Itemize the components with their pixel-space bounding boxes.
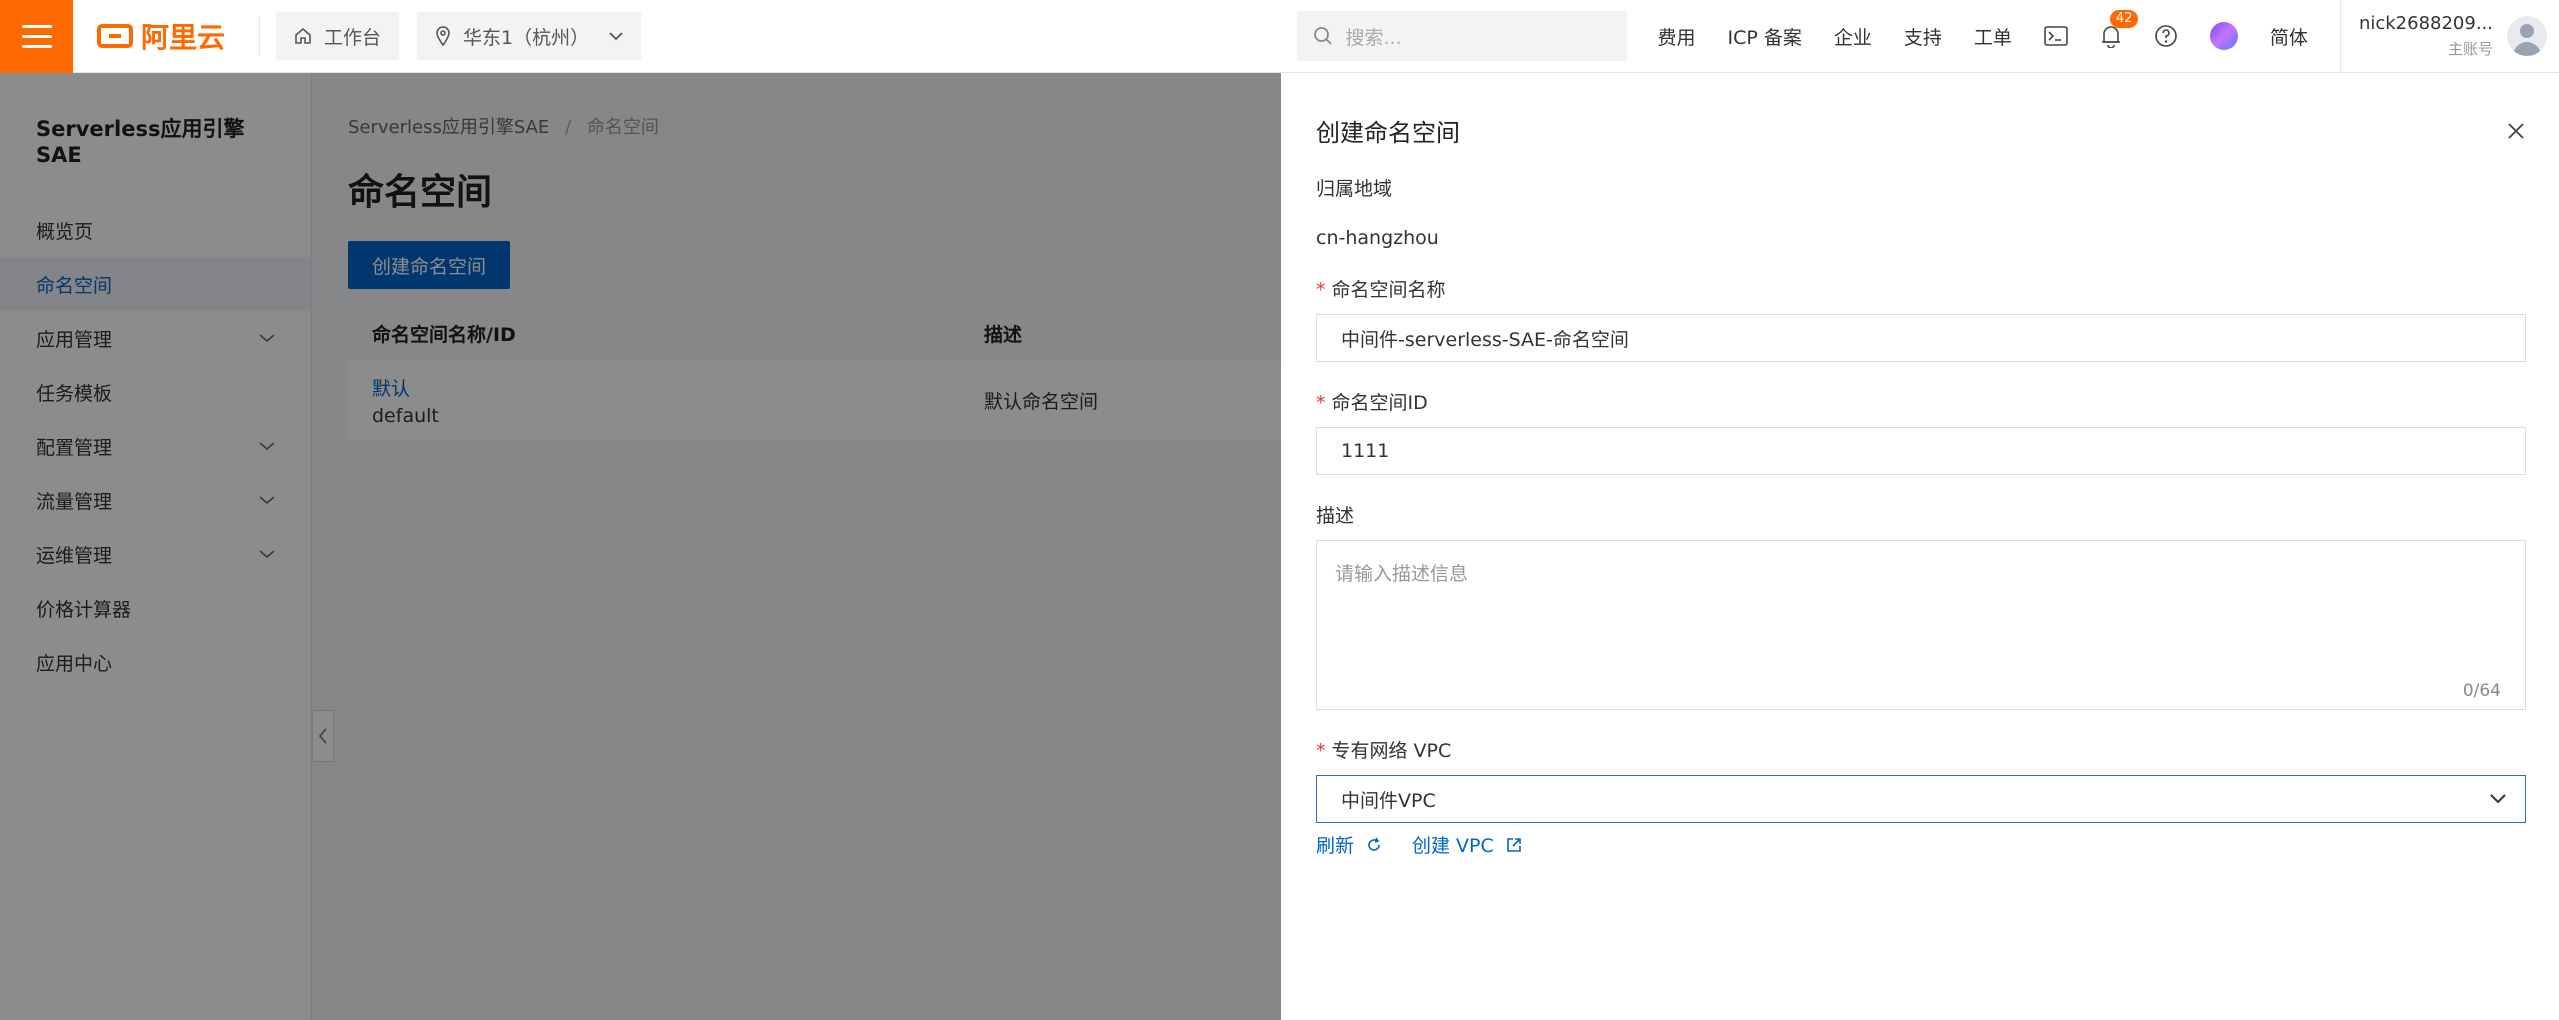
user-account-menu[interactable]: nick2688209... 主账号 xyxy=(2339,0,2559,73)
top-navigation-bar: 阿里云 工作台 华东1（杭州） 搜索... 费用 ICP 备案 企业 支持 工单… xyxy=(0,0,2559,73)
namespace-name-label-text: 命名空间名称 xyxy=(1331,279,1446,301)
namespace-name-label: * 命名空间名称 xyxy=(1316,275,2525,302)
location-pin-icon xyxy=(435,26,451,46)
namespace-id-label-text: 命名空间ID xyxy=(1331,392,1428,414)
notification-bell-icon[interactable]: 42 xyxy=(2100,10,2139,48)
vpc-select[interactable]: 中间件VPC xyxy=(1316,775,2526,823)
chevron-down-icon xyxy=(2490,794,2506,804)
description-textarea[interactable]: 请输入描述信息 0/64 xyxy=(1316,540,2526,710)
region-value: cn-hangzhou xyxy=(1316,227,1439,249)
refresh-icon xyxy=(1366,837,1382,853)
home-icon xyxy=(294,27,312,45)
user-name: nick2688209... xyxy=(2358,13,2493,34)
hamburger-menu-button[interactable] xyxy=(0,0,73,73)
avatar-icon xyxy=(2507,16,2547,56)
namespace-name-input[interactable]: 中间件-serverless-SAE-命名空间 xyxy=(1316,314,2526,362)
global-search-input[interactable]: 搜索... xyxy=(1297,11,1628,61)
create-vpc-label: 创建 VPC xyxy=(1412,835,1494,857)
refresh-label: 刷新 xyxy=(1316,835,1355,857)
close-icon[interactable] xyxy=(2507,122,2525,140)
topbar-divider xyxy=(259,16,260,56)
aliyun-logo-icon xyxy=(97,24,133,48)
user-role: 主账号 xyxy=(2447,40,2493,58)
namespace-id-label: * 命名空间ID xyxy=(1316,388,2525,415)
search-placeholder: 搜索... xyxy=(1345,26,1402,49)
description-placeholder: 请输入描述信息 xyxy=(1335,563,1469,585)
drawer-title: 创建命名空间 xyxy=(1316,119,1460,147)
terminal-icon[interactable] xyxy=(2044,26,2068,46)
aliyun-logo[interactable]: 阿里云 xyxy=(97,16,237,56)
top-link-support[interactable]: 支持 xyxy=(1904,23,1942,50)
ai-assistant-icon[interactable] xyxy=(2209,22,2238,50)
region-label: 华东1（杭州） xyxy=(463,26,590,49)
region-selector[interactable]: 华东1（杭州） xyxy=(417,12,642,60)
character-counter: 0/64 xyxy=(2462,681,2501,701)
description-label: 描述 xyxy=(1316,505,1355,527)
refresh-vpc-link[interactable]: 刷新 xyxy=(1316,831,1382,858)
top-link-billing[interactable]: 费用 xyxy=(1657,23,1695,50)
vpc-selected-value: 中间件VPC xyxy=(1341,789,1436,812)
chevron-down-icon xyxy=(609,31,623,41)
namespace-id-input[interactable]: 1111 xyxy=(1316,427,2526,475)
language-switch[interactable]: 简体 xyxy=(2270,23,2308,50)
top-link-enterprise[interactable]: 企业 xyxy=(1834,23,1872,50)
search-icon xyxy=(1313,26,1333,46)
required-mark: * xyxy=(1316,392,1326,414)
vpc-label-text: 专有网络 VPC xyxy=(1331,740,1452,762)
create-vpc-link[interactable]: 创建 VPC xyxy=(1412,831,1522,858)
vpc-label: * 专有网络 VPC xyxy=(1316,736,2525,763)
top-link-icp[interactable]: ICP 备案 xyxy=(1728,23,1802,50)
required-mark: * xyxy=(1316,279,1326,301)
help-icon[interactable] xyxy=(2154,24,2178,48)
notification-count-badge: 42 xyxy=(2109,10,2139,28)
region-field-label: 归属地域 xyxy=(1316,178,1393,200)
workbench-label: 工作台 xyxy=(324,26,382,49)
workbench-button[interactable]: 工作台 xyxy=(276,12,400,60)
create-namespace-drawer: 创建命名空间 归属地域 cn-hangzhou * 命名空间名称 中间件-serv… xyxy=(1281,73,2559,1020)
external-link-icon xyxy=(1506,837,1522,853)
logo-text: 阿里云 xyxy=(141,21,226,54)
top-link-ticket[interactable]: 工单 xyxy=(1974,23,2012,50)
required-mark: * xyxy=(1316,740,1326,762)
